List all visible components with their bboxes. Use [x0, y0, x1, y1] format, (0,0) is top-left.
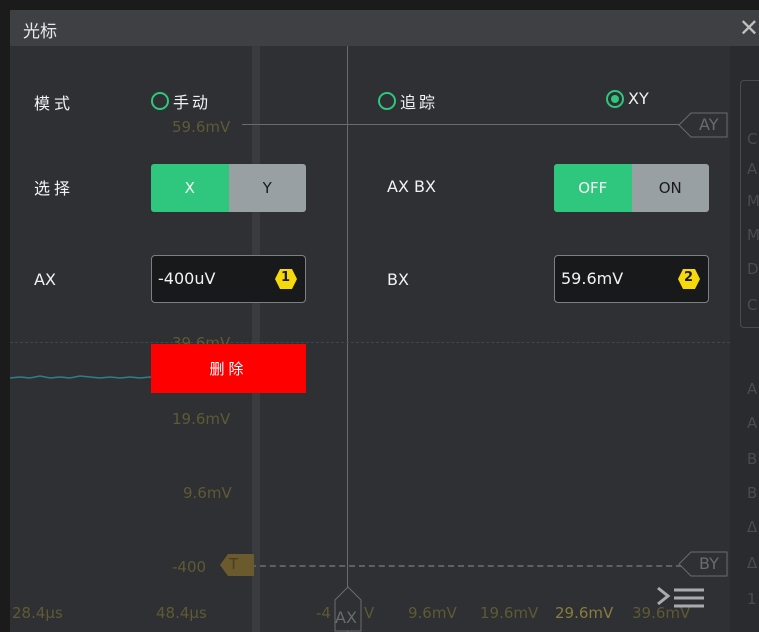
strip-letter: 1 [747, 590, 757, 608]
bx-value: 59.6mV [561, 269, 624, 288]
y-axis-label-1: 59.6mV [172, 118, 231, 136]
strip-letter: A [747, 380, 758, 398]
ay-cursor-label: AY [699, 115, 719, 134]
x-axis-label-6: 29.6mV [555, 604, 614, 622]
x-axis-label-ax-suffix: V [364, 604, 375, 622]
by-cursor-line [250, 565, 682, 567]
axbx-off-option[interactable]: OFF [554, 164, 632, 212]
y-axis-label-4: 9.6mV [183, 484, 232, 502]
mode-label: 模式 [34, 94, 75, 113]
side-panel-box [740, 80, 759, 328]
expand-menu-icon[interactable] [656, 584, 706, 614]
mode-track-radio[interactable]: 追踪 [378, 89, 438, 113]
y-axis-label-5: -400 [172, 558, 207, 576]
bx-input[interactable]: 59.6mV 2 [554, 255, 709, 303]
mode-track-label: 追踪 [400, 93, 439, 112]
radio-checked-icon [606, 89, 624, 108]
ax-value: -400uV [158, 269, 216, 288]
radio-unchecked-icon [378, 92, 396, 110]
axbx-toggle: OFF ON [554, 164, 709, 212]
ax-input[interactable]: -400uV 1 [151, 255, 306, 303]
select-toggle: X Y [151, 164, 306, 212]
grid-dash-line [10, 342, 730, 343]
dialog-title: 光标 [23, 22, 57, 42]
strip-letter: Δ [747, 518, 758, 536]
ax-cursor-label: AX [335, 608, 357, 627]
cursor-dialog-panel: 59.6mV 39.6mV 19.6mV 9.6mV -400 T AY BY … [10, 46, 730, 632]
y-axis-label-3: 19.6mV [172, 410, 231, 428]
axbx-on-option[interactable]: ON [631, 164, 709, 212]
strip-letter: A [747, 414, 758, 432]
ax-cursor-line [347, 46, 348, 632]
close-icon[interactable]: ✕ [739, 15, 759, 41]
x-axis-label-4: 9.6mV [408, 604, 457, 622]
waveform-trace [10, 375, 160, 379]
x-axis-label-1: 28.4µs [12, 604, 63, 622]
strip-letter: Δ [747, 554, 758, 572]
select-y-option[interactable]: Y [228, 164, 306, 212]
strip-letter: B [747, 484, 758, 502]
grid-vertical-line [252, 46, 260, 632]
select-x-option[interactable]: X [151, 164, 229, 212]
strip-letter: B [747, 450, 758, 468]
by-cursor-label: BY [699, 554, 719, 573]
delete-button[interactable]: 删除 [151, 344, 306, 393]
ax-badge-number: 1 [280, 270, 290, 285]
mode-xy-radio[interactable]: XY [606, 89, 649, 108]
mode-manual-label: 手动 [173, 93, 212, 112]
mode-xy-label: XY [628, 89, 649, 108]
bx-label: BX [387, 270, 409, 289]
x-axis-label-2: 48.4µs [156, 604, 207, 622]
title-bar: 光标 ✕ [10, 10, 759, 46]
x-axis-label-3: -4 [316, 604, 331, 622]
trigger-label: T [229, 555, 239, 573]
ay-cursor-line [242, 124, 682, 125]
select-label: 选择 [34, 179, 75, 198]
axbx-label: AX BX [387, 177, 436, 196]
mode-manual-radio[interactable]: 手动 [151, 89, 211, 113]
bx-badge-number: 2 [683, 270, 693, 285]
ax-label: AX [34, 270, 56, 289]
radio-unchecked-icon [151, 92, 169, 110]
x-axis-label-5: 19.6mV [480, 604, 539, 622]
